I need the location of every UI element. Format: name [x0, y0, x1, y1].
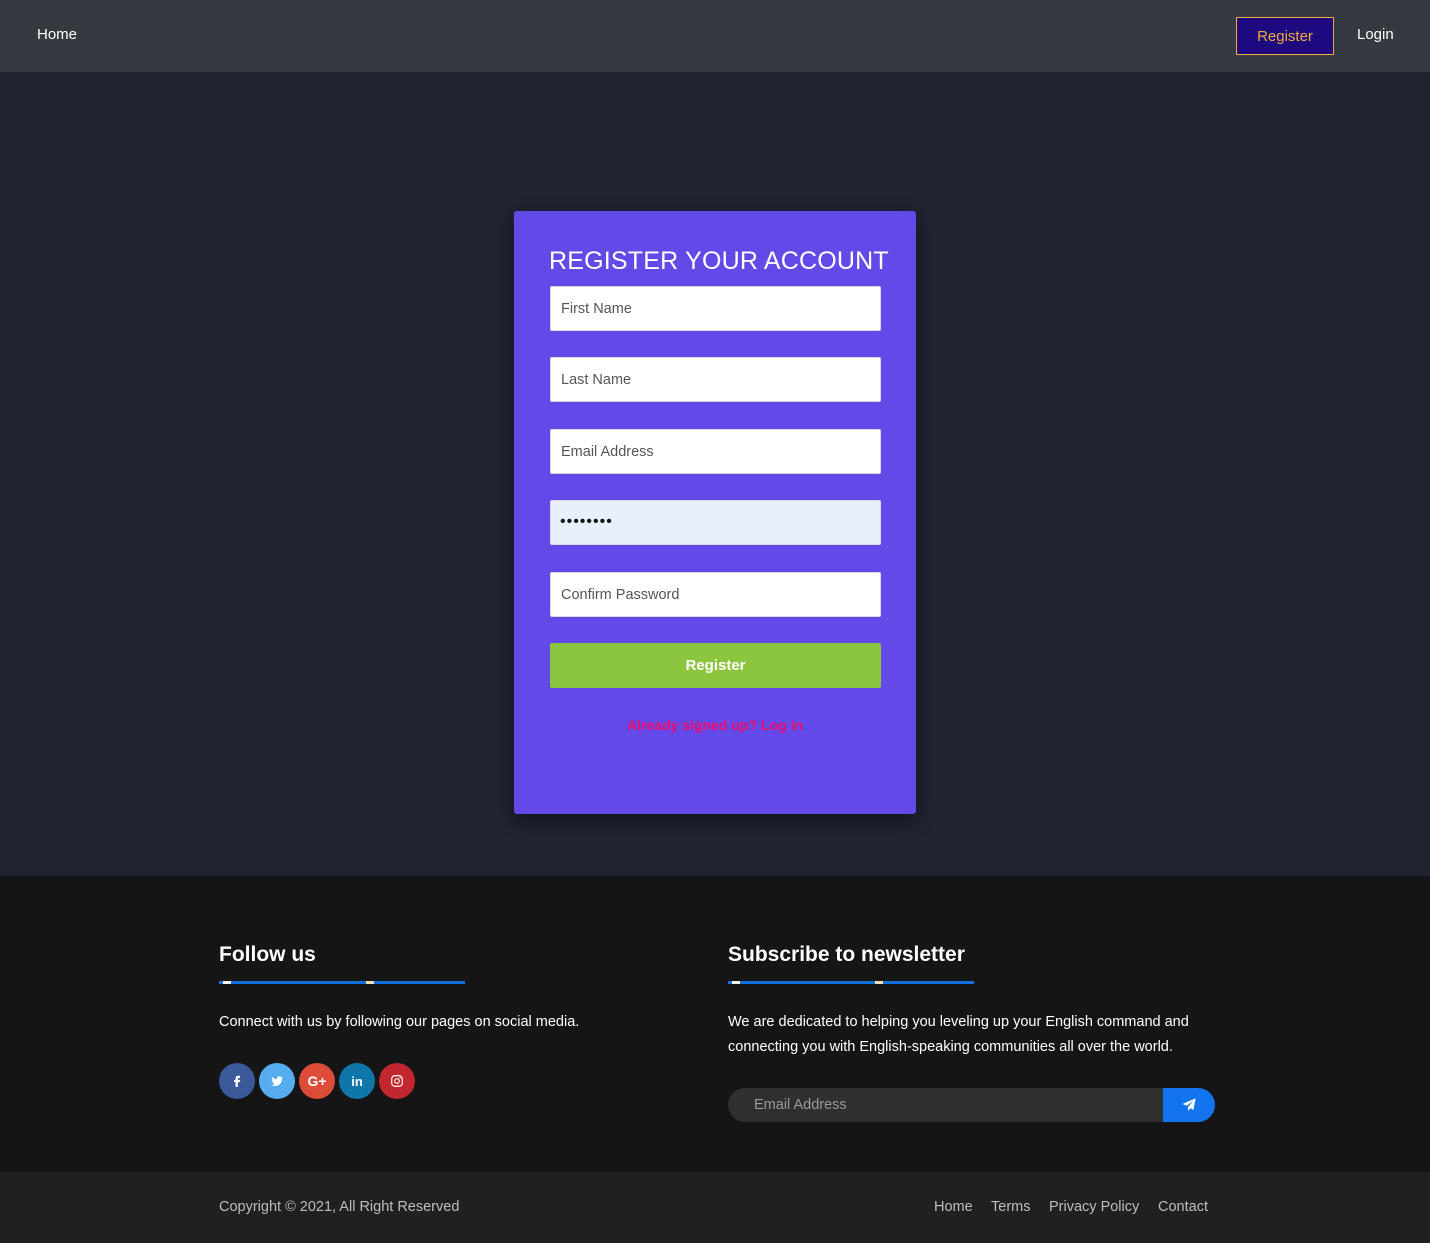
newsletter-send-button[interactable]: [1163, 1088, 1215, 1122]
last-name-field[interactable]: [550, 357, 881, 402]
google-plus-icon[interactable]: G+: [299, 1063, 335, 1099]
newsletter-underline: [728, 981, 974, 984]
copyright-text: Copyright © 2021, All Right Reserved: [219, 1199, 460, 1215]
twitter-icon[interactable]: [259, 1063, 295, 1099]
facebook-icon[interactable]: [219, 1063, 255, 1099]
newsletter-email-input[interactable]: [728, 1088, 1164, 1122]
follow-us-text: Connect with us by following our pages o…: [219, 1014, 580, 1030]
footer-link-contact[interactable]: Contact: [1158, 1199, 1208, 1215]
newsletter-text: We are dedicated to helping you leveling…: [728, 1010, 1189, 1060]
first-name-field[interactable]: [550, 286, 881, 331]
instagram-icon[interactable]: [379, 1063, 415, 1099]
newsletter-heading: Subscribe to newsletter: [728, 943, 965, 966]
follow-us-heading: Follow us: [219, 943, 316, 966]
confirm-password-field[interactable]: [550, 572, 881, 617]
register-submit-button[interactable]: Register: [550, 643, 881, 688]
social-icons: G+ in: [219, 1063, 415, 1099]
nav-login-link[interactable]: Login: [1357, 26, 1394, 43]
follow-us-underline: [219, 981, 465, 984]
main-section: REGISTER YOUR ACCOUNT •••••••• Register …: [0, 72, 1430, 876]
bottom-bar: Copyright © 2021, All Right Reserved Hom…: [0, 1172, 1430, 1243]
footer: Follow us Connect with us by following o…: [0, 876, 1430, 1172]
footer-link-terms[interactable]: Terms: [991, 1199, 1030, 1215]
login-link[interactable]: Already signed up? Log in: [514, 717, 916, 733]
top-navbar: Home Register Login: [0, 0, 1430, 72]
paper-plane-icon: [1182, 1098, 1196, 1111]
newsletter-text-line2: connecting you with English-speaking com…: [728, 1039, 1173, 1055]
linkedin-icon[interactable]: in: [339, 1063, 375, 1099]
email-field[interactable]: [550, 429, 881, 474]
password-field[interactable]: [550, 500, 881, 545]
newsletter-text-line1: We are dedicated to helping you leveling…: [728, 1014, 1189, 1030]
footer-link-privacy-policy[interactable]: Privacy Policy: [1049, 1199, 1139, 1215]
nav-register-button[interactable]: Register: [1236, 17, 1334, 55]
form-title: REGISTER YOUR ACCOUNT: [549, 247, 889, 275]
footer-link-home[interactable]: Home: [934, 1199, 973, 1215]
register-card: REGISTER YOUR ACCOUNT •••••••• Register …: [514, 211, 916, 814]
nav-home-link[interactable]: Home: [37, 26, 77, 43]
